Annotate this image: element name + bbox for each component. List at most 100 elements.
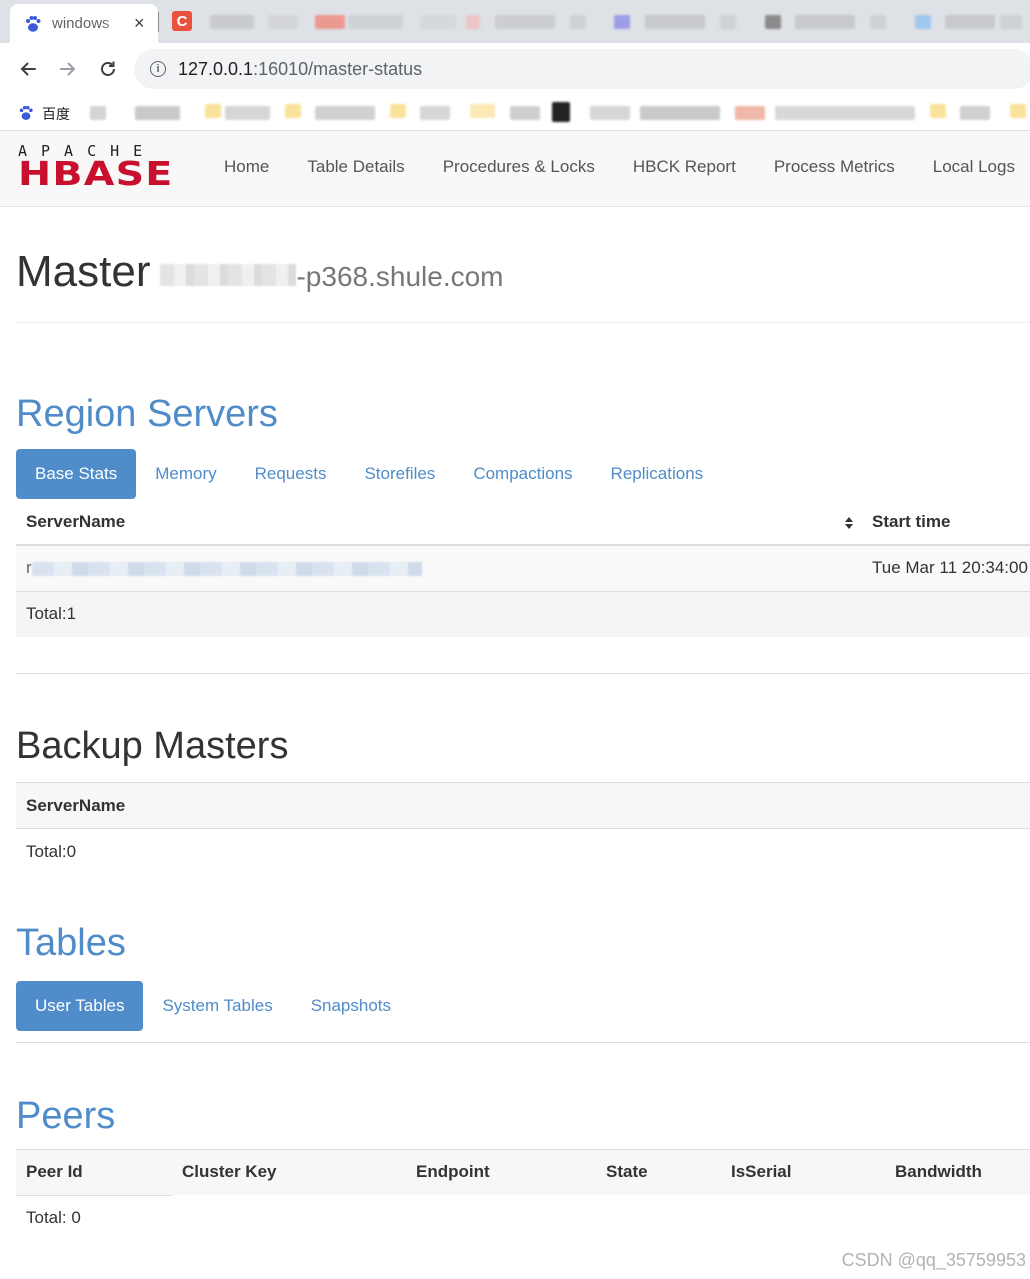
- reload-icon[interactable]: [94, 55, 122, 83]
- tab-memory[interactable]: Memory: [136, 449, 235, 499]
- tab-compactions[interactable]: Compactions: [454, 449, 591, 499]
- csdn-tab-icon[interactable]: C: [172, 11, 192, 31]
- obscured-bookmark[interactable]: [510, 106, 540, 120]
- column-header-endpoint[interactable]: Endpoint: [406, 1149, 596, 1195]
- forward-arrow-icon[interactable]: [54, 55, 82, 83]
- folder-icon[interactable]: [285, 104, 301, 118]
- obscured-tab[interactable]: [466, 15, 480, 29]
- obscured-bookmark[interactable]: [960, 106, 990, 120]
- nav-home[interactable]: Home: [205, 131, 288, 206]
- address-bar[interactable]: i 127.0.0.1:16010/master-status: [134, 49, 1030, 89]
- tab-storefiles[interactable]: Storefiles: [345, 449, 454, 499]
- obscured-tab[interactable]: [1000, 15, 1022, 29]
- obscured-tab[interactable]: [915, 15, 931, 29]
- url-text[interactable]: 127.0.0.1:16010/master-status: [178, 59, 422, 80]
- column-header-state[interactable]: State: [596, 1149, 721, 1195]
- obscured-tab[interactable]: [645, 15, 705, 29]
- column-header-bandwidth[interactable]: Bandwidth: [885, 1149, 1030, 1195]
- table-header-row: Peer Id Cluster Key Endpoint State IsSer…: [16, 1149, 1030, 1196]
- obscured-bookmark[interactable]: [640, 106, 720, 120]
- obscured-tab[interactable]: [570, 15, 586, 29]
- column-header-peer-id[interactable]: Peer Id: [16, 1149, 172, 1196]
- nav-process-metrics[interactable]: Process Metrics: [755, 131, 914, 206]
- obscured-tab[interactable]: [210, 15, 254, 29]
- backup-masters-total: Total:0: [26, 841, 77, 861]
- obscured-hostname: [160, 264, 297, 286]
- obscured-tab[interactable]: [315, 15, 345, 29]
- browser-tab-active[interactable]: windows ×: [10, 4, 158, 43]
- tables-heading: Tables: [16, 921, 126, 964]
- master-hostname: -p368.shule.com: [160, 261, 504, 293]
- browser-tab-title: windows: [52, 15, 110, 32]
- bookmark-label: 百度: [42, 106, 70, 122]
- obscured-tab[interactable]: [870, 15, 886, 29]
- table-header-row: ServerName Start time: [16, 499, 1030, 545]
- folder-icon[interactable]: [930, 104, 946, 118]
- folder-icon[interactable]: [1010, 104, 1026, 118]
- back-arrow-icon[interactable]: [14, 55, 42, 83]
- tab-user-tables[interactable]: User Tables: [16, 980, 144, 1031]
- hostname-suffix: -p368.shule.com: [296, 261, 504, 292]
- nav-table-details[interactable]: Table Details: [288, 131, 423, 206]
- obscured-tab[interactable]: [268, 15, 298, 29]
- info-icon[interactable]: i: [150, 61, 166, 77]
- obscured-tab[interactable]: [614, 15, 630, 29]
- bookmark-baidu[interactable]: 百度: [18, 104, 70, 124]
- obscured-bookmark[interactable]: [90, 106, 106, 120]
- main-content: Master -p368.shule.com Region Servers Ba…: [16, 207, 1030, 1241]
- browser-toolbar: i 127.0.0.1:16010/master-status: [0, 43, 1030, 95]
- column-header-servername[interactable]: ServerName: [16, 499, 862, 545]
- start-time-cell: Tue Mar 11 20:34:00: [872, 558, 1028, 578]
- table-total-row: Total:1: [16, 591, 1030, 637]
- obscured-bookmark[interactable]: [735, 106, 765, 120]
- column-header-isserial[interactable]: IsSerial: [721, 1149, 885, 1195]
- obscured-bookmark[interactable]: [420, 106, 450, 120]
- obscured-bookmark[interactable]: [590, 106, 630, 120]
- obscured-tab[interactable]: [348, 15, 403, 29]
- region-servers-table: ServerName Start time r Tue Mar 11 20:34…: [16, 499, 1030, 637]
- peers-heading: Peers: [16, 1094, 116, 1137]
- obscured-tab[interactable]: [420, 15, 456, 29]
- obscured-tab[interactable]: [495, 15, 555, 29]
- nav-links: Home Table Details Procedures & Locks HB…: [205, 131, 1030, 206]
- folder-icon[interactable]: [470, 104, 495, 118]
- hbase-navbar: APACHE HBASE Home Table Details Procedur…: [0, 131, 1030, 207]
- tab-replications[interactable]: Replications: [592, 449, 723, 499]
- column-header-servername[interactable]: ServerName: [16, 783, 1030, 829]
- nav-local-logs[interactable]: Local Logs: [914, 131, 1030, 206]
- page-header: Master -p368.shule.com: [16, 207, 1030, 323]
- obscured-bookmark[interactable]: [225, 106, 270, 120]
- close-icon[interactable]: ×: [134, 13, 145, 34]
- peers-total: Total: 0: [26, 1208, 81, 1228]
- obscured-tab[interactable]: [720, 15, 736, 29]
- obscured-bookmark-icon[interactable]: [552, 102, 570, 122]
- obscured-bookmark[interactable]: [135, 106, 180, 120]
- sort-icon[interactable]: [844, 515, 854, 535]
- nav-hbck-report[interactable]: HBCK Report: [614, 131, 755, 206]
- obscured-tab[interactable]: [945, 15, 995, 29]
- tab-system-tables[interactable]: System Tables: [143, 981, 291, 1031]
- tab-snapshots[interactable]: Snapshots: [292, 981, 410, 1031]
- folder-icon[interactable]: [205, 104, 221, 118]
- logo-hbase-text: HBASE: [18, 154, 174, 193]
- tab-requests[interactable]: Requests: [236, 449, 346, 499]
- region-servers-total: Total:1: [26, 604, 77, 624]
- tab-base-stats[interactable]: Base Stats: [16, 449, 137, 499]
- backup-masters-heading: Backup Masters: [16, 725, 289, 767]
- obscured-tab[interactable]: [795, 15, 855, 29]
- hbase-logo[interactable]: APACHE HBASE: [18, 143, 188, 195]
- column-header-start-time[interactable]: Start time: [862, 499, 1030, 545]
- column-header-cluster-key[interactable]: Cluster Key: [172, 1149, 406, 1195]
- nav-procedures-locks[interactable]: Procedures & Locks: [424, 131, 614, 206]
- master-title: Master: [16, 247, 151, 296]
- baidu-paw-icon: [24, 15, 42, 33]
- obscured-tab[interactable]: [765, 15, 781, 29]
- region-servers-tabs: Base Stats Memory Requests Storefiles Co…: [16, 449, 1030, 499]
- server-name-cell[interactable]: r: [16, 545, 862, 591]
- folder-icon[interactable]: [390, 104, 406, 118]
- obscured-bookmark[interactable]: [775, 106, 915, 120]
- obscured-bookmark[interactable]: [315, 106, 375, 120]
- tables-tabs: User Tables System Tables Snapshots: [16, 980, 1030, 1031]
- browser-tabstrip: windows × C: [0, 0, 1030, 43]
